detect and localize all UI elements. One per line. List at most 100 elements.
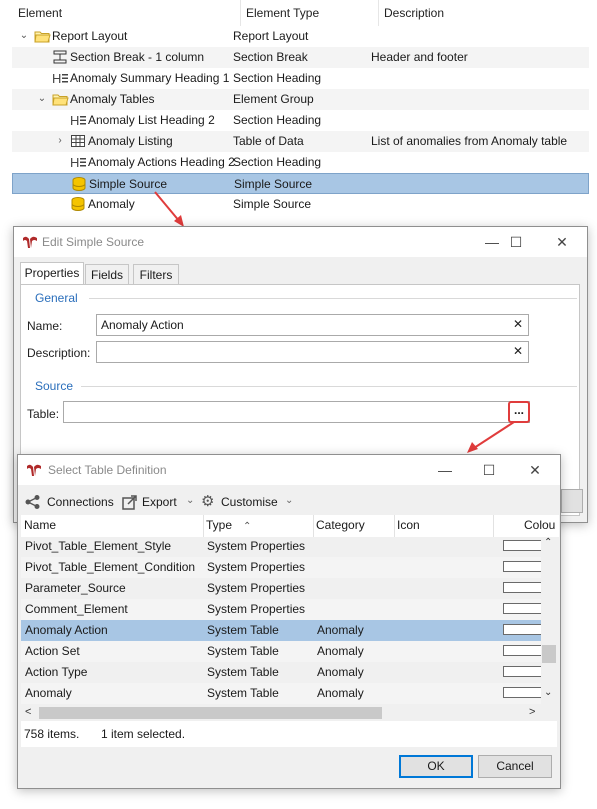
column-header-category[interactable]: Category (316, 518, 365, 532)
clear-icon[interactable]: ✕ (513, 317, 523, 331)
tree-row-description: List of anomalies from Anomaly table (371, 134, 568, 148)
column-header-type[interactable]: Type (206, 518, 232, 532)
tree-header: Element Element Type Description (0, 0, 597, 26)
column-separator (493, 515, 494, 537)
table-cell-category: Anomaly (317, 644, 364, 658)
tree-row[interactable]: ⌄ Anomaly Tables Element Group (12, 89, 589, 110)
scrollbar-thumb[interactable] (542, 645, 556, 663)
tab-fields[interactable]: Fields (85, 264, 129, 285)
table-row[interactable]: Anomaly System Table Anomaly (21, 683, 545, 704)
table-row[interactable]: Action Set System Table Anomaly (21, 641, 545, 662)
database-icon (70, 196, 87, 212)
colour-swatch[interactable] (503, 687, 545, 698)
tree-row[interactable]: H Anomaly Actions Heading 2 Section Headin… (12, 152, 589, 173)
column-separator (240, 0, 241, 26)
clear-icon[interactable]: ✕ (513, 344, 523, 358)
colour-swatch[interactable] (503, 666, 545, 677)
connections-icon (25, 495, 40, 509)
svg-text:H: H (70, 113, 79, 128)
dialog-button-partial[interactable] (561, 489, 583, 513)
description-label: Description: (27, 346, 91, 360)
tab-filters[interactable]: Filters (133, 264, 179, 285)
table-row[interactable]: Anomaly Action System Table Anomaly (21, 620, 545, 641)
table-cell-name: Pivot_Table_Element_Style (25, 539, 172, 553)
column-separator (203, 515, 204, 537)
annotation-arrow-icon (154, 191, 184, 227)
customise-button[interactable]: ⚙ Customise ⌄ (201, 493, 301, 511)
maximize-icon[interactable]: ☐ (474, 459, 504, 481)
colour-swatch[interactable] (503, 645, 545, 656)
horizontal-scrollbar[interactable]: < > (21, 705, 541, 721)
customise-label: Customise (221, 495, 278, 509)
chevron-right-icon[interactable]: › (54, 134, 66, 148)
source-group-label: Source (35, 379, 74, 393)
minimize-icon[interactable]: — (430, 459, 460, 481)
table-row[interactable]: Pivot_Table_Element_Condition System Prop… (21, 557, 545, 578)
column-header-description[interactable]: Description (384, 6, 444, 20)
table-cell-name: Pivot_Table_Element_Condition (25, 560, 196, 574)
connections-label: Connections (47, 495, 114, 509)
scroll-up-icon[interactable]: ⌃ (544, 537, 552, 548)
table-cell-type: System Properties (207, 602, 306, 616)
column-header-colour[interactable]: Colou (524, 518, 555, 532)
chevron-down-icon: ⌄ (285, 495, 294, 506)
description-field[interactable]: ✕ (96, 341, 529, 363)
tree-row-type: Simple Source (233, 197, 312, 211)
tree-row[interactable]: Section Break - 1 column Section Break Hea… (12, 47, 589, 68)
colour-swatch[interactable] (503, 582, 545, 593)
column-header-icon[interactable]: Icon (397, 518, 420, 532)
tree-row-name: Anomaly (88, 197, 135, 211)
table-cell-type: System Properties (207, 560, 306, 574)
heading-icon: H (70, 112, 87, 128)
table-row[interactable]: Comment_Element System Properties (21, 599, 545, 620)
group-divider (81, 386, 577, 387)
column-header-element-type[interactable]: Element Type (246, 6, 319, 20)
tree-row[interactable]: Simple Source Simple Source (12, 173, 589, 194)
tab-properties[interactable]: Properties (20, 262, 84, 285)
scroll-down-icon[interactable]: ⌄ (544, 687, 552, 698)
table-row[interactable]: Parameter_Source System Properties (21, 578, 545, 599)
scroll-left-icon[interactable]: < (25, 706, 31, 718)
colour-swatch[interactable] (503, 624, 545, 635)
tree-row-name: Anomaly Summary Heading 1 (70, 71, 230, 85)
tree-row[interactable]: Anomaly Simple Source (12, 194, 589, 215)
close-icon[interactable]: ✕ (520, 459, 550, 481)
name-field[interactable]: Anomaly Action ✕ (96, 314, 529, 336)
maximize-icon[interactable]: ☐ (501, 231, 531, 253)
export-icon (122, 495, 137, 510)
table-cell-name: Parameter_Source (25, 581, 126, 595)
colour-swatch[interactable] (503, 561, 545, 572)
vertical-scrollbar[interactable]: ⌃ ⌄ (541, 537, 557, 705)
folder-open-icon (52, 91, 69, 107)
export-button[interactable]: Export ⌄ (122, 493, 198, 511)
cancel-button[interactable]: Cancel (478, 755, 552, 778)
tree-row[interactable]: › Anomaly Listing Table of Data List of ano… (12, 131, 589, 152)
table-cell-name: Anomaly Action (25, 623, 108, 637)
chevron-down-icon[interactable]: ⌄ (18, 29, 30, 43)
tree-row[interactable]: H Anomaly List Heading 2 Section Heading (12, 110, 589, 131)
scroll-right-icon[interactable]: > (529, 706, 535, 718)
tree-row-type: Element Group (233, 92, 314, 106)
table-row[interactable]: Pivot_Table_Element_Style System Properti… (21, 536, 545, 557)
tree-row-name: Report Layout (52, 29, 128, 43)
table-cell-name: Comment_Element (25, 602, 128, 616)
scrollbar-thumb[interactable] (39, 707, 382, 719)
ok-button[interactable]: OK (399, 755, 473, 778)
gear-icon: ⚙ (201, 493, 215, 510)
close-icon[interactable]: ✕ (547, 231, 577, 253)
chevron-down-icon[interactable]: ⌄ (36, 92, 48, 106)
tree-row[interactable]: H Anomaly Summary Heading 1 Section Headin… (12, 68, 589, 89)
table-cell-type: System Table (207, 623, 279, 637)
column-header-element[interactable]: Element (18, 6, 62, 20)
column-header-name[interactable]: Name (24, 518, 56, 532)
table-cell-category: Anomaly (317, 686, 364, 700)
table-row[interactable]: Action Type System Table Anomaly (21, 662, 545, 683)
colour-swatch[interactable] (503, 540, 545, 551)
tree-row[interactable]: ⌄ Report Layout Report Layout (12, 26, 589, 47)
app-logo-icon (27, 464, 41, 476)
colour-swatch[interactable] (503, 603, 545, 614)
export-label: Export (142, 495, 177, 509)
folder-open-icon (34, 28, 51, 44)
column-separator (378, 0, 379, 26)
group-divider (89, 298, 577, 299)
